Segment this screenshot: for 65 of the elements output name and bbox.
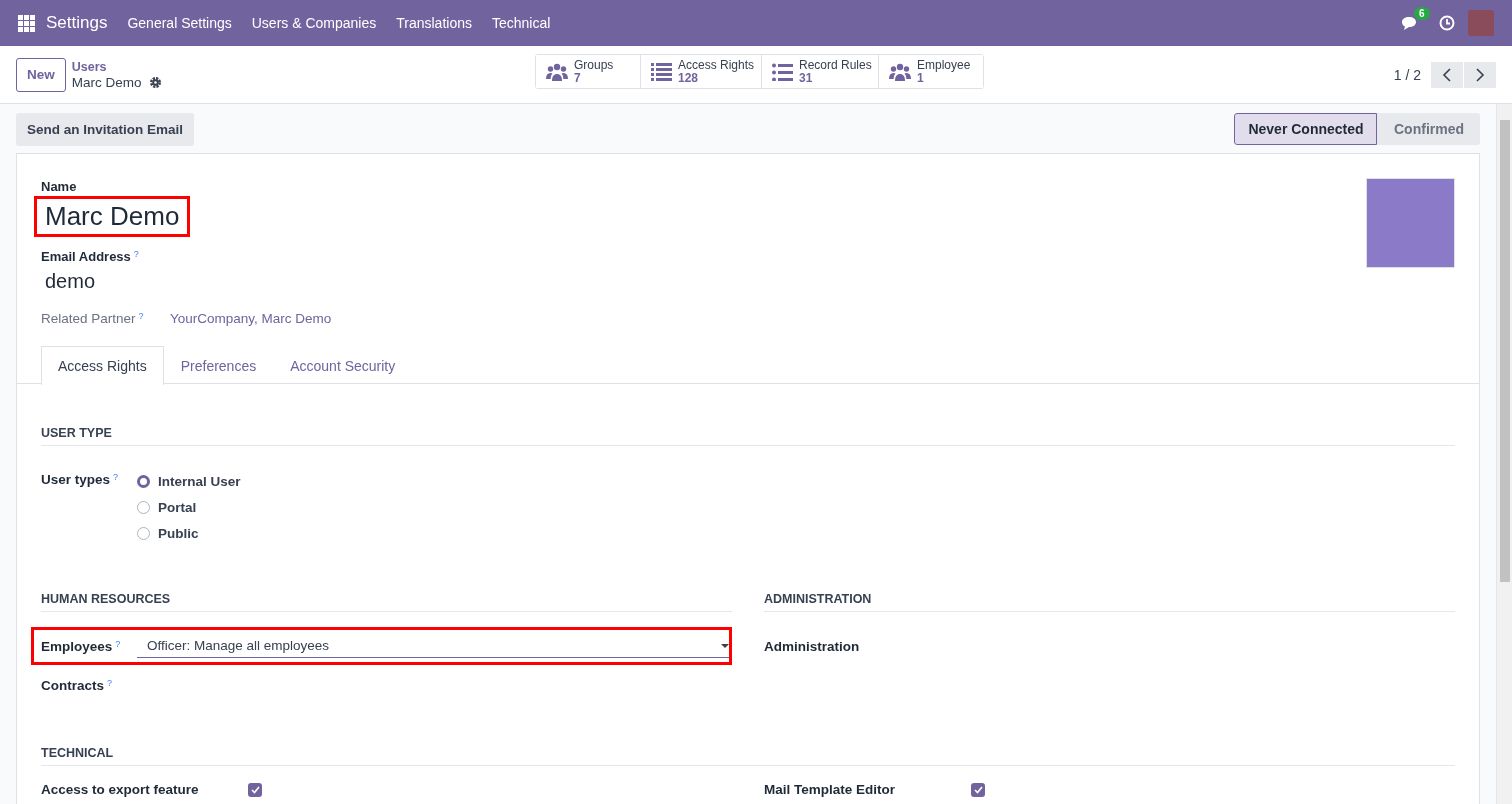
menu-item[interactable]: General Settings [127,15,232,31]
status-stage[interactable]: Never Connected [1234,113,1377,145]
tab[interactable]: Preferences [163,346,274,384]
scrollbar-thumb[interactable] [1500,120,1510,582]
bulleted-list-icon [772,62,793,81]
breadcrumb-link[interactable]: Users [71,59,162,75]
people-icon [889,62,911,81]
checkbox[interactable] [971,782,985,797]
people-icon [546,62,568,81]
field-label: User types [41,472,111,487]
list-icon [651,62,672,81]
field-label: Related Partner [41,311,136,326]
message-count-badge: 6 [1414,6,1430,20]
avatar-image[interactable] [1366,178,1455,268]
help-icon[interactable]: ? [133,249,139,259]
section-heading: HUMAN RESOURCES [41,592,732,612]
menu-item[interactable]: Technical [492,15,551,31]
new-button[interactable]: New [16,57,66,92]
tab[interactable]: Access Rights [41,346,164,385]
select-field[interactable]: Officer: Manage all employees [137,634,729,658]
name-field[interactable]: Marc Demo [34,196,191,237]
next-button[interactable] [1464,61,1496,88]
help-icon[interactable]: ? [113,472,119,482]
chevron-right-icon [1475,67,1485,82]
menu-item[interactable]: Users & Companies [251,15,377,31]
help-icon[interactable]: ? [107,677,113,688]
chat-icon [1401,15,1417,31]
help-icon[interactable]: ? [115,638,121,649]
menu-item[interactable]: Translations [396,15,472,31]
gear-icon[interactable] [148,75,162,89]
field-label: Administration [764,638,860,654]
checkmark-icon [973,785,983,794]
radio-option[interactable]: Internal User [137,468,241,494]
email-field[interactable]: demo [45,270,1366,293]
radio-option[interactable]: Public [137,520,241,546]
radio-option[interactable]: Portal [137,494,241,520]
field-label: Email Address [41,249,131,264]
checkbox[interactable] [248,782,262,797]
field-label: Employees [41,638,113,654]
section-heading: USER TYPE [41,426,1455,446]
help-icon[interactable]: ? [138,311,144,321]
radio-button[interactable] [137,500,150,514]
section-heading: ADMINISTRATION [764,592,1455,612]
field-label: Name [41,179,77,194]
field-label: Contracts [41,677,104,693]
field-label: Access to export feature [41,782,200,797]
field-label: Mail Template Editor [764,782,897,797]
breadcrumb-current: Marc Demo [71,74,142,90]
chevron-left-icon [1442,67,1452,82]
dropdown-caret-icon [721,643,729,648]
app-name[interactable]: Settings [46,13,108,33]
radio-button[interactable] [137,474,150,488]
checkmark-icon [250,785,260,794]
section-heading: TECHNICAL [41,746,1455,766]
invitation-button[interactable]: Send an Invitation Email [16,112,195,146]
smart-button[interactable]: Groups 7 [536,55,641,88]
clock-icon[interactable] [1439,15,1455,31]
status-stage[interactable]: Confirmed [1377,113,1480,145]
partner-link[interactable]: YourCompany, Marc Demo [170,311,332,326]
previous-button[interactable] [1431,61,1463,88]
radio-button[interactable] [137,526,150,540]
tab[interactable]: Account Security [273,346,413,384]
pager-value: 1 / 2 [1393,66,1421,83]
messages-button[interactable] [1401,15,1417,31]
apps-menu-icon[interactable] [18,14,35,32]
